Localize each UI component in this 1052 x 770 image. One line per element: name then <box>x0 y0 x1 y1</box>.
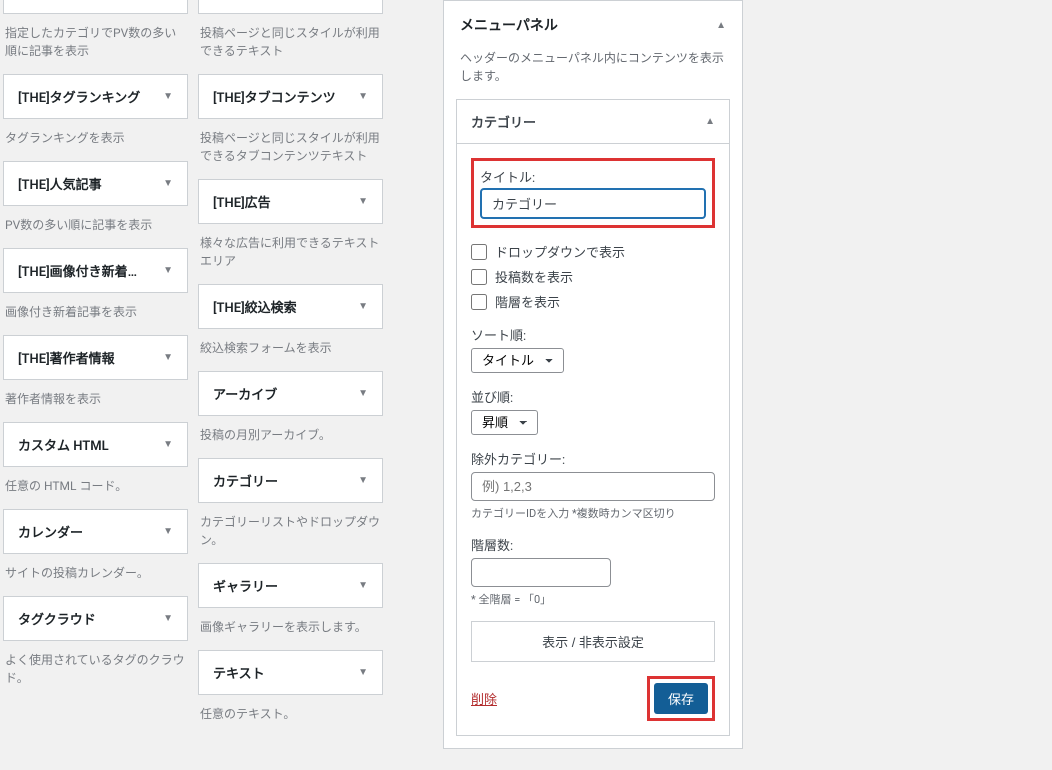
caret-down-icon: ▼ <box>163 352 173 363</box>
widget-desc: 絞込検索フォームを表示 <box>198 329 383 371</box>
widget-header-tag-ranking[interactable]: [THE]タグランキング▼ <box>3 74 188 119</box>
widget-desc: タグランキングを表示 <box>3 119 188 161</box>
config-header[interactable]: カテゴリー ▲ <box>457 100 729 144</box>
caret-down-icon: ▼ <box>358 475 368 486</box>
widget-header-custom-html[interactable]: カスタム HTML▼ <box>3 422 188 467</box>
exclude-label: 除外カテゴリー: <box>471 449 715 468</box>
sort-label: ソート順: <box>471 325 715 344</box>
widget-desc: 任意の HTML コード。 <box>3 467 188 509</box>
widget-desc: 投稿の月別アーカイブ。 <box>198 416 383 458</box>
caret-up-icon: ▲ <box>716 20 726 31</box>
widget-header-category[interactable]: カテゴリー▼ <box>198 458 383 503</box>
panel-header[interactable]: メニューパネル ▲ <box>444 1 742 49</box>
depth-label: 階層数: <box>471 535 715 554</box>
visibility-toggle-button[interactable]: 表示 / 非表示設定 <box>471 621 715 662</box>
widget-header-tab-content[interactable]: [THE]タブコンテンツ▼ <box>198 74 383 119</box>
widget-desc: 著作者情報を表示 <box>3 380 188 422</box>
widget-desc: 指定したカテゴリでPV数の多い順に記事を表示 <box>3 14 188 74</box>
widget-header[interactable] <box>198 0 383 14</box>
caret-down-icon: ▼ <box>163 439 173 450</box>
panel-title: メニューパネル <box>460 15 558 35</box>
caret-down-icon: ▼ <box>358 196 368 207</box>
depth-hint: * 全階層 = 「0」 <box>471 591 715 607</box>
caret-down-icon: ▼ <box>358 388 368 399</box>
menu-panel: メニューパネル ▲ ヘッダーのメニューパネル内にコンテンツを表示します。 カテゴ… <box>443 0 743 749</box>
widget-header-image-new[interactable]: [THE]画像付き新着…▼ <box>3 248 188 293</box>
dropdown-checkbox-label: ドロップダウンで表示 <box>495 242 625 261</box>
widget-desc: 画像ギャラリーを表示します。 <box>198 608 383 650</box>
caret-down-icon: ▼ <box>163 265 173 276</box>
widget-desc: 画像付き新着記事を表示 <box>3 293 188 335</box>
widget-desc: 投稿ページと同じスタイルが利用できるタブコンテンツテキスト <box>198 119 383 179</box>
caret-down-icon: ▼ <box>163 178 173 189</box>
widget-desc: 投稿ページと同じスタイルが利用できるテキスト <box>198 14 383 74</box>
widget-desc: よく使用されているタグのクラウド。 <box>3 641 188 701</box>
caret-down-icon: ▼ <box>358 91 368 102</box>
order-label: 並び順: <box>471 387 715 406</box>
caret-down-icon: ▼ <box>358 580 368 591</box>
sort-select[interactable]: タイトル <box>471 348 564 373</box>
widget-header-popular[interactable]: [THE]人気記事▼ <box>3 161 188 206</box>
widget-desc: カテゴリーリストやドロップダウン。 <box>198 503 383 563</box>
caret-down-icon: ▼ <box>163 526 173 537</box>
widget-header[interactable] <box>3 0 188 14</box>
caret-down-icon: ▼ <box>358 667 368 678</box>
hierarchy-checkbox-label: 階層を表示 <box>495 292 560 311</box>
widget-desc: 任意のテキスト。 <box>198 695 383 737</box>
depth-input[interactable] <box>471 558 611 587</box>
title-input[interactable] <box>480 188 706 219</box>
widget-header-ad[interactable]: [THE]広告▼ <box>198 179 383 224</box>
caret-up-icon: ▲ <box>705 116 715 127</box>
widget-header-tagcloud[interactable]: タグクラウド▼ <box>3 596 188 641</box>
caret-down-icon: ▼ <box>163 91 173 102</box>
hierarchy-checkbox[interactable] <box>471 294 487 310</box>
widget-desc: 様々な広告に利用できるテキストエリア <box>198 224 383 284</box>
caret-down-icon: ▼ <box>358 301 368 312</box>
exclude-hint: カテゴリーIDを入力 *複数時カンマ区切り <box>471 505 715 521</box>
widget-config: カテゴリー ▲ タイトル: ドロップダウンで表示 投稿数を表示 <box>456 99 730 736</box>
count-checkbox-label: 投稿数を表示 <box>495 267 573 286</box>
caret-down-icon: ▼ <box>163 613 173 624</box>
order-select[interactable]: 昇順 <box>471 410 538 435</box>
highlight-box: タイトル: <box>471 158 715 228</box>
widget-header-text[interactable]: テキスト▼ <box>198 650 383 695</box>
widget-header-calendar[interactable]: カレンダー▼ <box>3 509 188 554</box>
delete-link[interactable]: 削除 <box>471 689 497 708</box>
widget-desc: PV数の多い順に記事を表示 <box>3 206 188 248</box>
widget-desc: サイトの投稿カレンダー。 <box>3 554 188 596</box>
exclude-input[interactable] <box>471 472 715 501</box>
widget-header-author[interactable]: [THE]著作者情報▼ <box>3 335 188 380</box>
title-label: タイトル: <box>480 167 706 186</box>
widget-header-gallery[interactable]: ギャラリー▼ <box>198 563 383 608</box>
dropdown-checkbox[interactable] <box>471 244 487 260</box>
widget-header-filter-search[interactable]: [THE]絞込検索▼ <box>198 284 383 329</box>
save-button[interactable]: 保存 <box>654 683 708 714</box>
highlight-box: 保存 <box>647 676 715 721</box>
panel-description: ヘッダーのメニューパネル内にコンテンツを表示します。 <box>444 49 742 99</box>
widget-header-archive[interactable]: アーカイブ▼ <box>198 371 383 416</box>
count-checkbox[interactable] <box>471 269 487 285</box>
